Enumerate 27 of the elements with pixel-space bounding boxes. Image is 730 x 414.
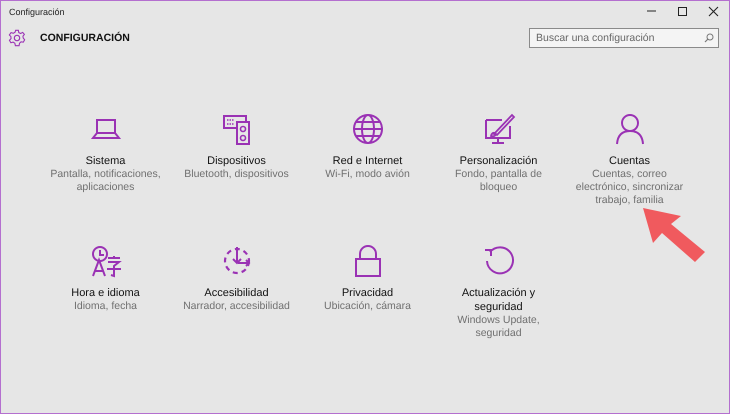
category-description: Windows Update, seguridad (456, 314, 541, 340)
category-title[interactable]: Actualización y seguridad (446, 286, 550, 314)
category-description: Cuentas, correo electrónico, sincronizar trabajo, familia (574, 168, 684, 207)
category-description: Wi-Fi, modo avión (324, 168, 411, 181)
search-icon[interactable] (704, 33, 714, 43)
category-title[interactable]: Accesibilidad (204, 286, 269, 300)
pointer-arrow (641, 206, 707, 264)
maximize-icon[interactable] (677, 6, 688, 17)
category-title[interactable]: Dispositivos (207, 154, 266, 168)
category-title[interactable]: Hora e idioma (71, 286, 140, 300)
globe-icon[interactable] (350, 112, 384, 146)
category-description: Ubicación, cámara (323, 300, 412, 313)
category-title[interactable]: Privacidad (342, 286, 394, 300)
category-description: Narrador, accesibilidad (182, 300, 291, 313)
category-title[interactable]: Sistema (86, 154, 126, 168)
settings-icon (8, 29, 26, 47)
category-description: Idioma, fecha (72, 300, 138, 313)
category-title[interactable]: Personalización (460, 154, 538, 168)
page-heading: CONFIGURACIÓN (40, 32, 131, 44)
search-field[interactable]: Buscar una configuración (529, 28, 719, 48)
category-description: Pantalla, notificaciones, aplicaciones (49, 168, 162, 194)
window-title: Configuración (9, 6, 66, 16)
category-title[interactable]: Red e Internet (332, 154, 402, 168)
category-description: Fondo, pantalla de bloqueo (454, 168, 543, 194)
close-icon[interactable] (708, 6, 719, 17)
category-title[interactable]: Cuentas (609, 154, 650, 168)
category-description: Bluetooth, dispositivos (183, 168, 290, 181)
